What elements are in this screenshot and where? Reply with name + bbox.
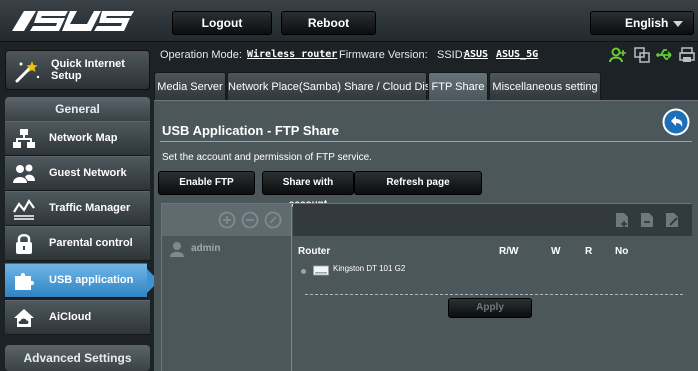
lock-icon xyxy=(16,234,32,254)
ftp-share-panel: USB Application - FTP Share Set the acco… xyxy=(154,100,698,371)
account-name: admin xyxy=(191,243,221,254)
puzzle-icon xyxy=(15,273,34,290)
asus-logo xyxy=(12,11,134,31)
enable-ftp-button[interactable]: Enable FTP xyxy=(158,171,255,195)
account-list: admin xyxy=(162,236,292,371)
operation-mode-value[interactable]: Wireless router xyxy=(247,49,337,60)
status-bar: Operation Mode: Wireless router Firmware… xyxy=(154,42,698,70)
share-with-account-button[interactable]: Share with account xyxy=(262,171,354,210)
usb-icon[interactable] xyxy=(656,46,674,64)
sidebar-item-traffic-manager[interactable]: Traffic Manager xyxy=(5,191,150,226)
sidebar-item-parental-control[interactable]: Parental control xyxy=(5,226,150,261)
title-divider xyxy=(160,141,692,142)
panel-description: Set the account and permission of FTP se… xyxy=(162,152,372,163)
operation-mode-label: Operation Mode: xyxy=(160,49,242,61)
permission-area: Router R/W W R No Kingston DT 101 G2 App… xyxy=(293,236,692,371)
tab-miscellaneous-setting[interactable]: Miscellaneous setting xyxy=(489,72,601,100)
logout-button[interactable]: Logout xyxy=(172,11,272,35)
add-account-icon[interactable] xyxy=(218,211,236,229)
tab-ftp-share[interactable]: FTP Share xyxy=(428,72,488,100)
folder-toolbar xyxy=(293,204,692,236)
tab-bar: Media Server Network Place(Samba) Share … xyxy=(154,72,698,100)
magic-wand-icon xyxy=(15,61,40,83)
ssid-value-5g[interactable]: ASUS_5G xyxy=(496,49,538,60)
printer-icon[interactable] xyxy=(678,46,696,64)
apply-button[interactable]: Apply xyxy=(448,298,532,318)
chevron-down-icon xyxy=(673,21,683,27)
page-title: USB Application - FTP Share xyxy=(162,123,339,138)
device-name: Kingston DT 101 G2 xyxy=(333,264,406,273)
sidebar-item-aicloud[interactable]: AiCloud xyxy=(5,300,150,335)
column-header-write: W xyxy=(551,246,561,257)
usb-drive-icon xyxy=(313,265,329,276)
sidebar-item-label: USB application xyxy=(49,274,134,286)
network-map-icon xyxy=(13,129,35,148)
add-folder-icon[interactable] xyxy=(613,211,631,229)
traffic-manager-icon xyxy=(13,198,35,220)
language-value: English xyxy=(625,16,669,30)
advanced-settings-header: Advanced Settings xyxy=(5,345,150,371)
device-row[interactable]: Kingston DT 101 G2 xyxy=(301,264,601,278)
edit-account-icon[interactable] xyxy=(264,211,282,229)
general-section-header: General xyxy=(5,97,150,121)
device-expand-dot[interactable] xyxy=(301,269,306,274)
sidebar-item-label: Parental control xyxy=(49,237,133,249)
cloud-icon xyxy=(14,309,34,327)
back-arrow-icon[interactable] xyxy=(662,108,690,136)
sidebar-item-label: Guest Network xyxy=(49,167,127,179)
refresh-page-button[interactable]: Refresh page xyxy=(354,171,482,195)
column-header-no-access: No xyxy=(615,246,629,257)
user-icon[interactable] xyxy=(609,46,627,64)
top-bar: Logout Reboot English xyxy=(0,0,698,42)
user-icon xyxy=(170,242,184,257)
account-row[interactable]: admin xyxy=(162,236,291,262)
sidebar-item-guest-network[interactable]: Guest Network xyxy=(5,156,150,191)
quick-internet-setup-button[interactable]: Quick Internet Setup xyxy=(5,50,150,90)
account-permission-table: admin Router R/W W R No Kingston DT 101 … xyxy=(161,203,692,371)
column-header-read: R xyxy=(585,246,593,257)
firmware-version-label: Firmware Version: xyxy=(339,49,428,61)
sidebar-item-usb-application[interactable]: USB application xyxy=(5,263,159,298)
sidebar-item-network-map[interactable]: Network Map xyxy=(5,121,150,156)
guest-network-icon xyxy=(13,164,35,183)
delete-folder-icon[interactable] xyxy=(638,211,656,229)
quick-internet-setup-label: Quick Internet Setup xyxy=(51,58,125,82)
dashed-divider xyxy=(305,294,683,295)
edit-folder-icon[interactable] xyxy=(663,211,681,229)
column-header-router: Router xyxy=(298,246,331,257)
reboot-button[interactable]: Reboot xyxy=(281,11,376,35)
copy-icon[interactable] xyxy=(633,46,651,64)
ssid-label: SSID: xyxy=(437,49,466,61)
tab-media-server[interactable]: Media Server xyxy=(154,72,226,100)
ssid-value-2g[interactable]: ASUS xyxy=(464,49,488,60)
tab-network-place-samba[interactable]: Network Place(Samba) Share / Cloud Disk xyxy=(227,72,436,100)
remove-account-icon[interactable] xyxy=(241,211,259,229)
account-toolbar xyxy=(162,204,292,236)
sidebar-item-label: Traffic Manager xyxy=(49,202,131,214)
sidebar: Quick Internet Setup General Network Map… xyxy=(0,42,159,371)
sidebar-item-label: AiCloud xyxy=(49,311,92,323)
language-select[interactable]: English xyxy=(590,11,694,35)
sidebar-item-label: Network Map xyxy=(49,132,118,144)
column-header-read-write: R/W xyxy=(499,246,519,257)
